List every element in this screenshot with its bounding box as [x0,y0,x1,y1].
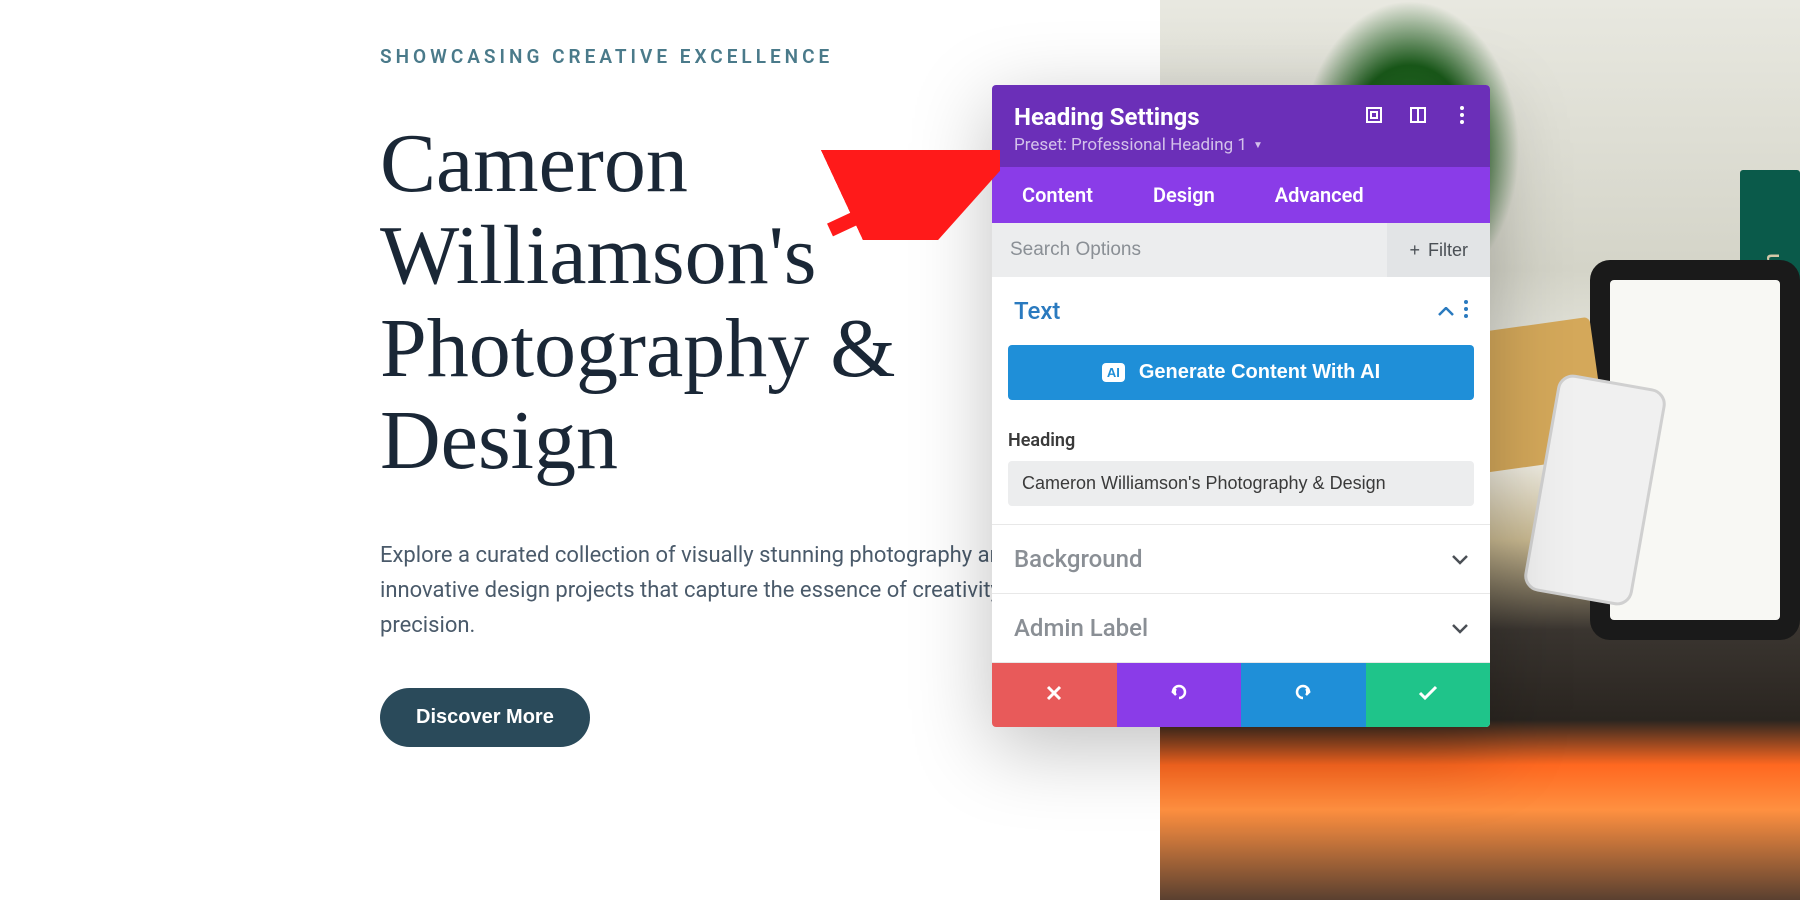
section-admin-label-controls [1452,618,1468,639]
section-text-body: AI Generate Content With AI [992,345,1490,420]
description-text: Explore a curated collection of visually… [380,538,1080,644]
section-admin-label: Admin Label [992,594,1490,663]
generate-label: Generate Content With AI [1139,361,1380,384]
section-background: Background [992,525,1490,594]
generate-ai-button[interactable]: AI Generate Content With AI [1008,345,1474,400]
redo-button[interactable] [1241,663,1366,727]
heading-settings-panel: Heading Settings Preset: Professional He… [992,85,1490,727]
redo-icon [1292,681,1314,709]
eyebrow-text: SHOWCASING CREATIVE EXCELLENCE [380,45,1120,68]
heading-field-label: Heading [1008,430,1474,451]
undo-button[interactable] [1117,663,1242,727]
chevron-down-icon: ▼ [1253,140,1263,151]
section-text: Text AI Generate Content With AI Heading [992,277,1490,525]
tab-content[interactable]: Content [992,167,1123,223]
section-background-title: Background [1014,545,1143,573]
close-button[interactable] [992,663,1117,727]
expand-icon[interactable] [1364,105,1384,125]
search-input[interactable] [992,223,1387,277]
tab-design[interactable]: Design [1123,167,1245,223]
more-options-icon[interactable] [1464,300,1468,323]
chevron-down-icon[interactable] [1452,549,1468,570]
section-admin-label-title: Admin Label [1014,614,1148,642]
close-icon [1045,682,1063,708]
plus-icon: + [1409,240,1420,261]
chevron-down-icon[interactable] [1452,618,1468,639]
more-options-icon[interactable] [1452,105,1472,125]
check-icon [1417,682,1439,708]
columns-icon[interactable] [1408,105,1428,125]
panel-footer [992,663,1490,727]
panel-header[interactable]: Heading Settings Preset: Professional He… [992,85,1490,167]
heading-field-input[interactable] [1008,461,1474,506]
section-background-header[interactable]: Background [992,525,1490,593]
preset-selector[interactable]: Preset: Professional Heading 1 ▼ [1014,135,1468,155]
discover-more-button[interactable]: Discover More [380,688,590,747]
tab-advanced[interactable]: Advanced [1245,167,1394,223]
section-text-title: Text [1014,297,1060,325]
save-button[interactable] [1366,663,1491,727]
preset-label: Preset: Professional Heading 1 [1014,135,1247,155]
filter-button[interactable]: + Filter [1387,223,1490,277]
section-text-header[interactable]: Text [992,277,1490,345]
heading-field-group: Heading [992,420,1490,524]
ai-badge-icon: AI [1102,363,1125,382]
search-row: + Filter [992,223,1490,277]
chevron-up-icon[interactable] [1438,301,1454,322]
section-text-controls [1438,300,1468,323]
panel-tabs: Content Design Advanced [992,167,1490,223]
section-background-controls [1452,549,1468,570]
filter-label: Filter [1428,240,1468,261]
section-admin-label-header[interactable]: Admin Label [992,594,1490,662]
panel-header-actions [1364,105,1472,125]
undo-icon [1168,681,1190,709]
